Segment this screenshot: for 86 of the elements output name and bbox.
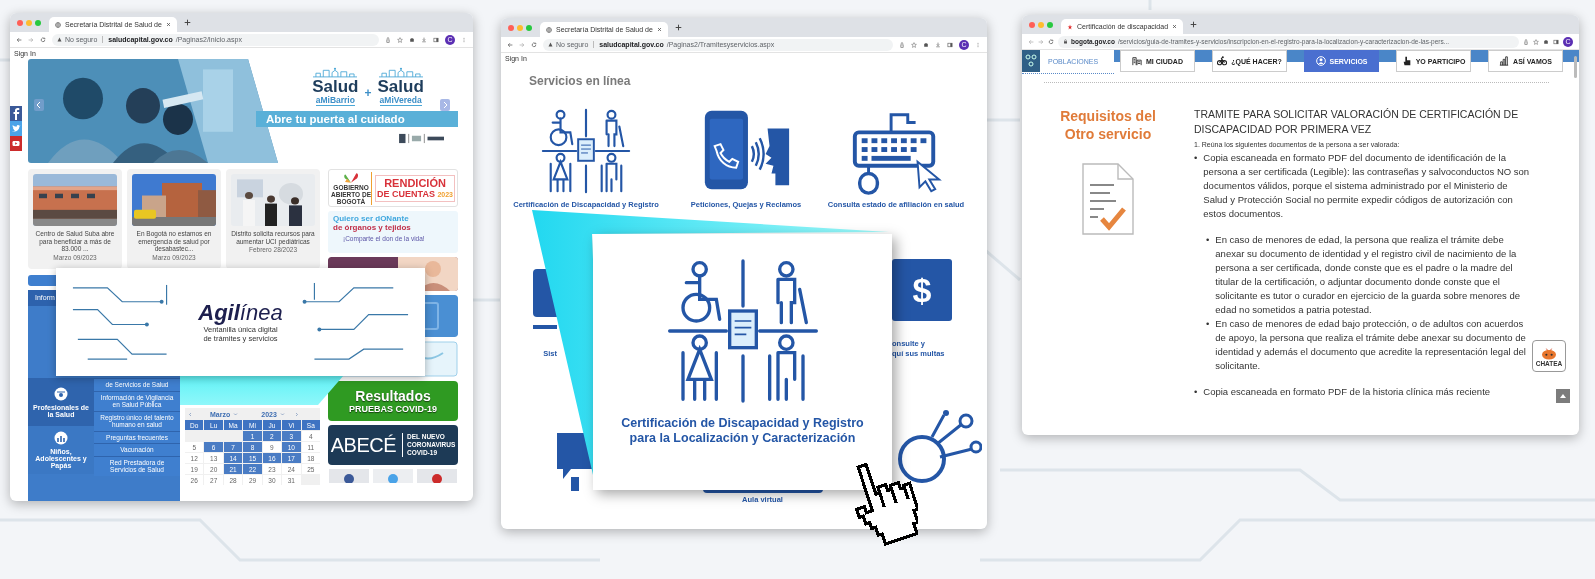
youtube-icon[interactable] bbox=[10, 136, 22, 151]
window-controls-icon[interactable] bbox=[1028, 20, 1054, 29]
carousel-previous-button[interactable] bbox=[34, 99, 44, 111]
requirement-text: En caso de menores de edad, la persona que realiza el trámite debe anexar su documento de identidad y el registro civil de nacimiento de la persona a ser certificada, donde conste que es el padre o la madre del titular de la certificación, o adjuntar documento donde conste que el solicitante es tutor o curador en ejercicio de la guarda sobre menores de edad no sometidos a patria potestad. bbox=[1215, 233, 1522, 317]
bicycle-icon bbox=[1217, 56, 1228, 66]
butterfly-icon bbox=[343, 171, 360, 184]
user-icon bbox=[1315, 56, 1326, 66]
back-icon[interactable] bbox=[16, 36, 22, 43]
bullet: • bbox=[1194, 385, 1198, 399]
logo-text: Agilínea bbox=[198, 301, 283, 325]
new-tab-icon[interactable] bbox=[183, 19, 191, 26]
reload-icon[interactable] bbox=[40, 36, 46, 43]
service-title: Certificación de Discapacidad y Registro para la Localización y Caracterización bbox=[621, 416, 864, 446]
carousel-next-button[interactable] bbox=[440, 99, 450, 111]
requirement-text: Copia escaneada en formato PDF del documento de identificación de la persona a ser certificada (Legible): las contraseñas y salvoconductos NO son documentos válidos, porque el sistema administrado por el Ministerio de Salud y Protección Social no permite expedir códigos de autorización con estos documentos. bbox=[1203, 151, 1531, 221]
family-icon bbox=[54, 431, 68, 445]
skyline-icon bbox=[378, 67, 423, 78]
plus-sign: + bbox=[364, 85, 372, 100]
logo-icon bbox=[398, 133, 446, 144]
forward-icon[interactable] bbox=[28, 36, 34, 43]
share-icon[interactable] bbox=[385, 36, 391, 43]
buildings-icon bbox=[1132, 56, 1142, 66]
sidebar-icon[interactable] bbox=[433, 36, 439, 43]
pointing-hand-icon bbox=[1401, 56, 1412, 66]
sidebar-icon[interactable] bbox=[1553, 38, 1559, 45]
banner-subtitle: PRUEBAS COVID-19 bbox=[349, 403, 437, 414]
scroll-to-top-button[interactable] bbox=[1556, 389, 1570, 403]
puzzle-icon[interactable] bbox=[1543, 38, 1549, 45]
skyline-icon bbox=[313, 67, 358, 78]
banner-title: Resultados bbox=[355, 388, 431, 404]
star-icon[interactable] bbox=[1533, 38, 1539, 45]
previous-month-icon[interactable] bbox=[188, 411, 193, 417]
banner-subtitle: de órganos y tejidos bbox=[333, 223, 412, 232]
share-icon[interactable] bbox=[899, 41, 905, 48]
back-icon[interactable] bbox=[507, 41, 513, 48]
download-icon[interactable] bbox=[935, 41, 941, 48]
star-icon[interactable] bbox=[911, 41, 917, 48]
facebook-icon[interactable] bbox=[10, 106, 22, 121]
facebook-icon[interactable] bbox=[328, 469, 370, 483]
section-title: Requisitos del Otro servicio bbox=[1059, 107, 1157, 143]
bullet: • bbox=[1206, 233, 1210, 247]
star-icon[interactable] bbox=[397, 36, 403, 43]
people-icon bbox=[1022, 50, 1040, 72]
bullet: • bbox=[1206, 317, 1210, 331]
requirement-text: Copia escaneada en formato PDF de la historia clínica más reciente bbox=[1203, 385, 1491, 399]
bullet: • bbox=[1194, 151, 1198, 165]
stethoscope-icon bbox=[54, 386, 68, 401]
globe-icon bbox=[546, 26, 552, 33]
banner-title: ABECÉ bbox=[330, 433, 396, 457]
document-check-icon bbox=[1082, 163, 1134, 235]
reload-icon[interactable] bbox=[1048, 38, 1054, 45]
monitor-icon[interactable]: $ bbox=[892, 259, 952, 321]
brand-title: Salud bbox=[377, 78, 424, 95]
window-controls-icon[interactable] bbox=[507, 23, 533, 32]
new-tab-icon[interactable] bbox=[1190, 21, 1198, 28]
brand-title: Salud bbox=[312, 78, 359, 95]
star-logo-icon bbox=[1067, 23, 1073, 30]
download-icon[interactable] bbox=[421, 36, 427, 43]
new-tab-icon[interactable] bbox=[674, 24, 682, 31]
youtube-icon[interactable] bbox=[416, 469, 458, 483]
scrollbar[interactable] bbox=[1574, 56, 1577, 78]
requirement-text: En caso de menores de edad bajo protección, o de adultos con acuerdos de apoyo, la persona que realiza el trámite debe anexar su documento de identidad y además el documento que acredite la representación legal del solicitante. bbox=[1215, 317, 1527, 373]
covid-results-banner[interactable]: Resultados PRUEBAS COVID-19 bbox=[328, 381, 458, 421]
share-icon[interactable] bbox=[1523, 38, 1529, 45]
reload-icon[interactable] bbox=[531, 41, 537, 48]
banner-title: RENDICIÓN bbox=[384, 176, 446, 189]
puzzle-icon[interactable] bbox=[923, 41, 929, 48]
forward-icon[interactable] bbox=[1038, 38, 1044, 45]
sidebar-icon[interactable] bbox=[947, 41, 953, 48]
close-icon[interactable] bbox=[165, 22, 171, 27]
window-controls-icon[interactable] bbox=[16, 18, 42, 27]
procedure-title: TRAMITE PARA SOLICITAR VALORACIÓN DE CERTIFICACIÓN DE DISCAPACIDAD POR PRIMERA VEZ bbox=[1194, 107, 1520, 137]
page-heading: Servicios en línea bbox=[529, 74, 631, 88]
close-icon[interactable] bbox=[656, 27, 662, 32]
banner-subtitle: DE CUENTAS bbox=[377, 188, 435, 199]
brand-subtitle: aMiBarrio bbox=[315, 95, 355, 106]
next-month-icon[interactable] bbox=[293, 411, 299, 417]
banner-title: Quiero ser dONante bbox=[333, 214, 410, 223]
globe-icon bbox=[55, 21, 61, 28]
close-icon[interactable] bbox=[1172, 24, 1178, 29]
bar-chart-icon bbox=[1499, 56, 1510, 66]
brand-subtitle: aMiVereda bbox=[379, 95, 422, 106]
slogan: Abre tu puerta al cuidado bbox=[256, 111, 458, 127]
back-icon[interactable] bbox=[1028, 38, 1034, 45]
puzzle-icon[interactable] bbox=[409, 36, 415, 43]
forward-icon[interactable] bbox=[519, 41, 525, 48]
